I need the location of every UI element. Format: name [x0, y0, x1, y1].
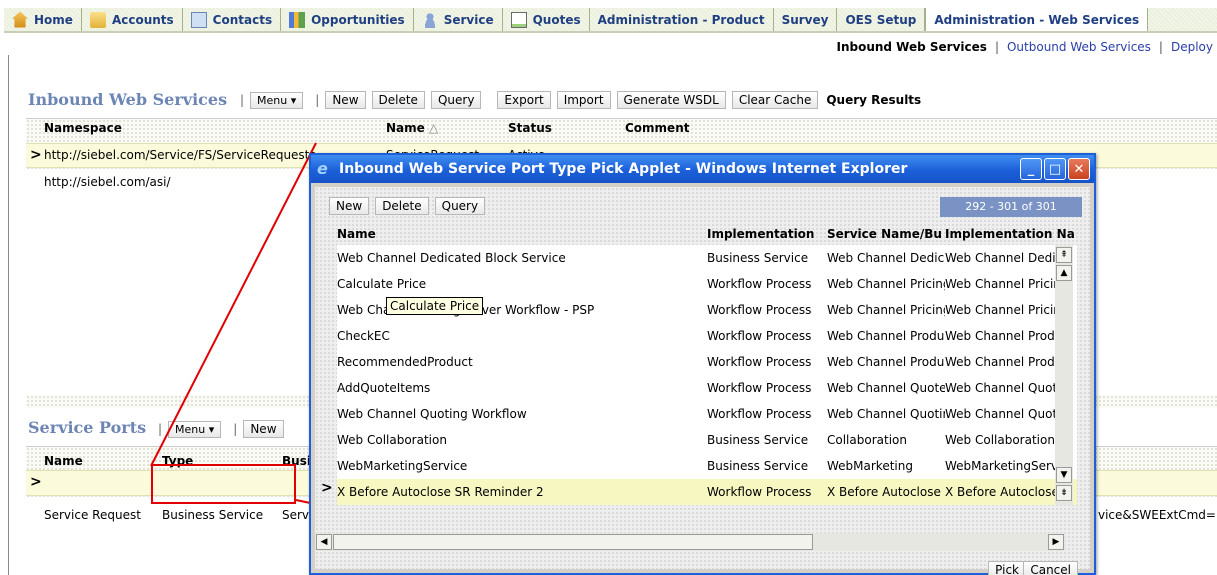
minimize-button[interactable]: _ — [1020, 158, 1042, 180]
pick-new-button[interactable]: New — [329, 197, 370, 215]
pick-grid-body: Web Channel Dedicated Block Service Busi… — [337, 245, 1077, 505]
pick-grid-header: Name Implementation Service Name/Bu Impl… — [337, 223, 1078, 255]
close-icon: ✕ — [1073, 161, 1085, 177]
tooltip: Calculate Price — [386, 297, 484, 315]
cancel-button[interactable]: Cancel — [1023, 561, 1078, 575]
window-title: Inbound Web Service Port Type Pick Apple… — [339, 161, 908, 177]
scroll-up-button[interactable]: ▲ — [1056, 265, 1072, 281]
horizontal-scrollbar[interactable]: ◀ ▶ — [315, 533, 1065, 551]
pick-button[interactable]: Pick — [988, 561, 1026, 575]
pick-delete-button[interactable]: Delete — [375, 197, 429, 215]
table-row[interactable]: Web Channel Dedicated Block Service Busi… — [337, 245, 1077, 271]
scroll-down-button[interactable]: ▼ — [1056, 467, 1072, 483]
scroll-bottom-icon: ⇟ — [1060, 488, 1068, 498]
close-button[interactable]: ✕ — [1068, 158, 1090, 180]
table-row-selected[interactable]: X Before Autoclose SR Reminder 2 Workflo… — [337, 479, 1077, 505]
pick-toolbar: New Delete Query — [329, 197, 491, 215]
horizontal-scroll-thumb[interactable] — [333, 534, 813, 550]
scroll-down-icon: ▼ — [1060, 470, 1068, 480]
scroll-right-button[interactable]: ▶ — [1048, 534, 1064, 550]
table-row[interactable]: WebMarketingService Business Service Web… — [337, 453, 1077, 479]
scroll-top-button[interactable]: ⇞ — [1056, 247, 1072, 263]
internet-explorer-icon: e — [317, 159, 328, 178]
table-row[interactable]: AddQuoteItems Workflow Process Web Chann… — [337, 375, 1077, 401]
column-header-implementation[interactable]: Implementation — [707, 227, 814, 241]
pick-query-button[interactable]: Query — [434, 197, 486, 215]
column-header-name[interactable]: Name — [337, 227, 376, 241]
maximize-icon: □ — [1048, 161, 1062, 177]
table-row[interactable]: RecommendedProduct Workflow Process Web … — [337, 349, 1077, 375]
scroll-top-icon: ⇞ — [1060, 250, 1068, 260]
window-controls: _ □ ✕ — [1020, 158, 1090, 180]
maximize-button[interactable]: □ — [1044, 158, 1066, 180]
scroll-right-icon: ▶ — [1052, 537, 1060, 547]
table-row[interactable]: CheckEC Workflow Process Web Channel Pro… — [337, 323, 1077, 349]
pick-applet-content: New Delete Query 292 - 301 of 301 Name I… — [315, 187, 1090, 575]
minimize-icon: _ — [1027, 161, 1035, 177]
table-row[interactable]: Web Channel Quoting Workflow Workflow Pr… — [337, 401, 1077, 427]
table-row[interactable]: Web Collaboration Business Service Colla… — [337, 427, 1077, 453]
record-counter: 292 - 301 of 301 — [940, 197, 1082, 217]
pick-applet-window: e Inbound Web Service Port Type Pick App… — [309, 153, 1096, 575]
column-header-service-name[interactable]: Service Name/Bu — [827, 227, 942, 241]
scroll-bottom-button[interactable]: ⇟ — [1056, 485, 1072, 501]
row-pointer-icon: > — [321, 480, 333, 496]
scroll-up-icon: ▲ — [1060, 268, 1068, 278]
annotation-line-left — [150, 142, 317, 467]
table-row[interactable]: Calculate Price Workflow Process Web Cha… — [337, 271, 1077, 297]
window-titlebar[interactable]: e Inbound Web Service Port Type Pick App… — [311, 155, 1094, 183]
scroll-left-button[interactable]: ◀ — [316, 534, 332, 550]
vertical-scrollbar[interactable]: ⇞ ▲ ▼ ⇟ — [1055, 245, 1073, 505]
scroll-left-icon: ◀ — [320, 537, 328, 547]
